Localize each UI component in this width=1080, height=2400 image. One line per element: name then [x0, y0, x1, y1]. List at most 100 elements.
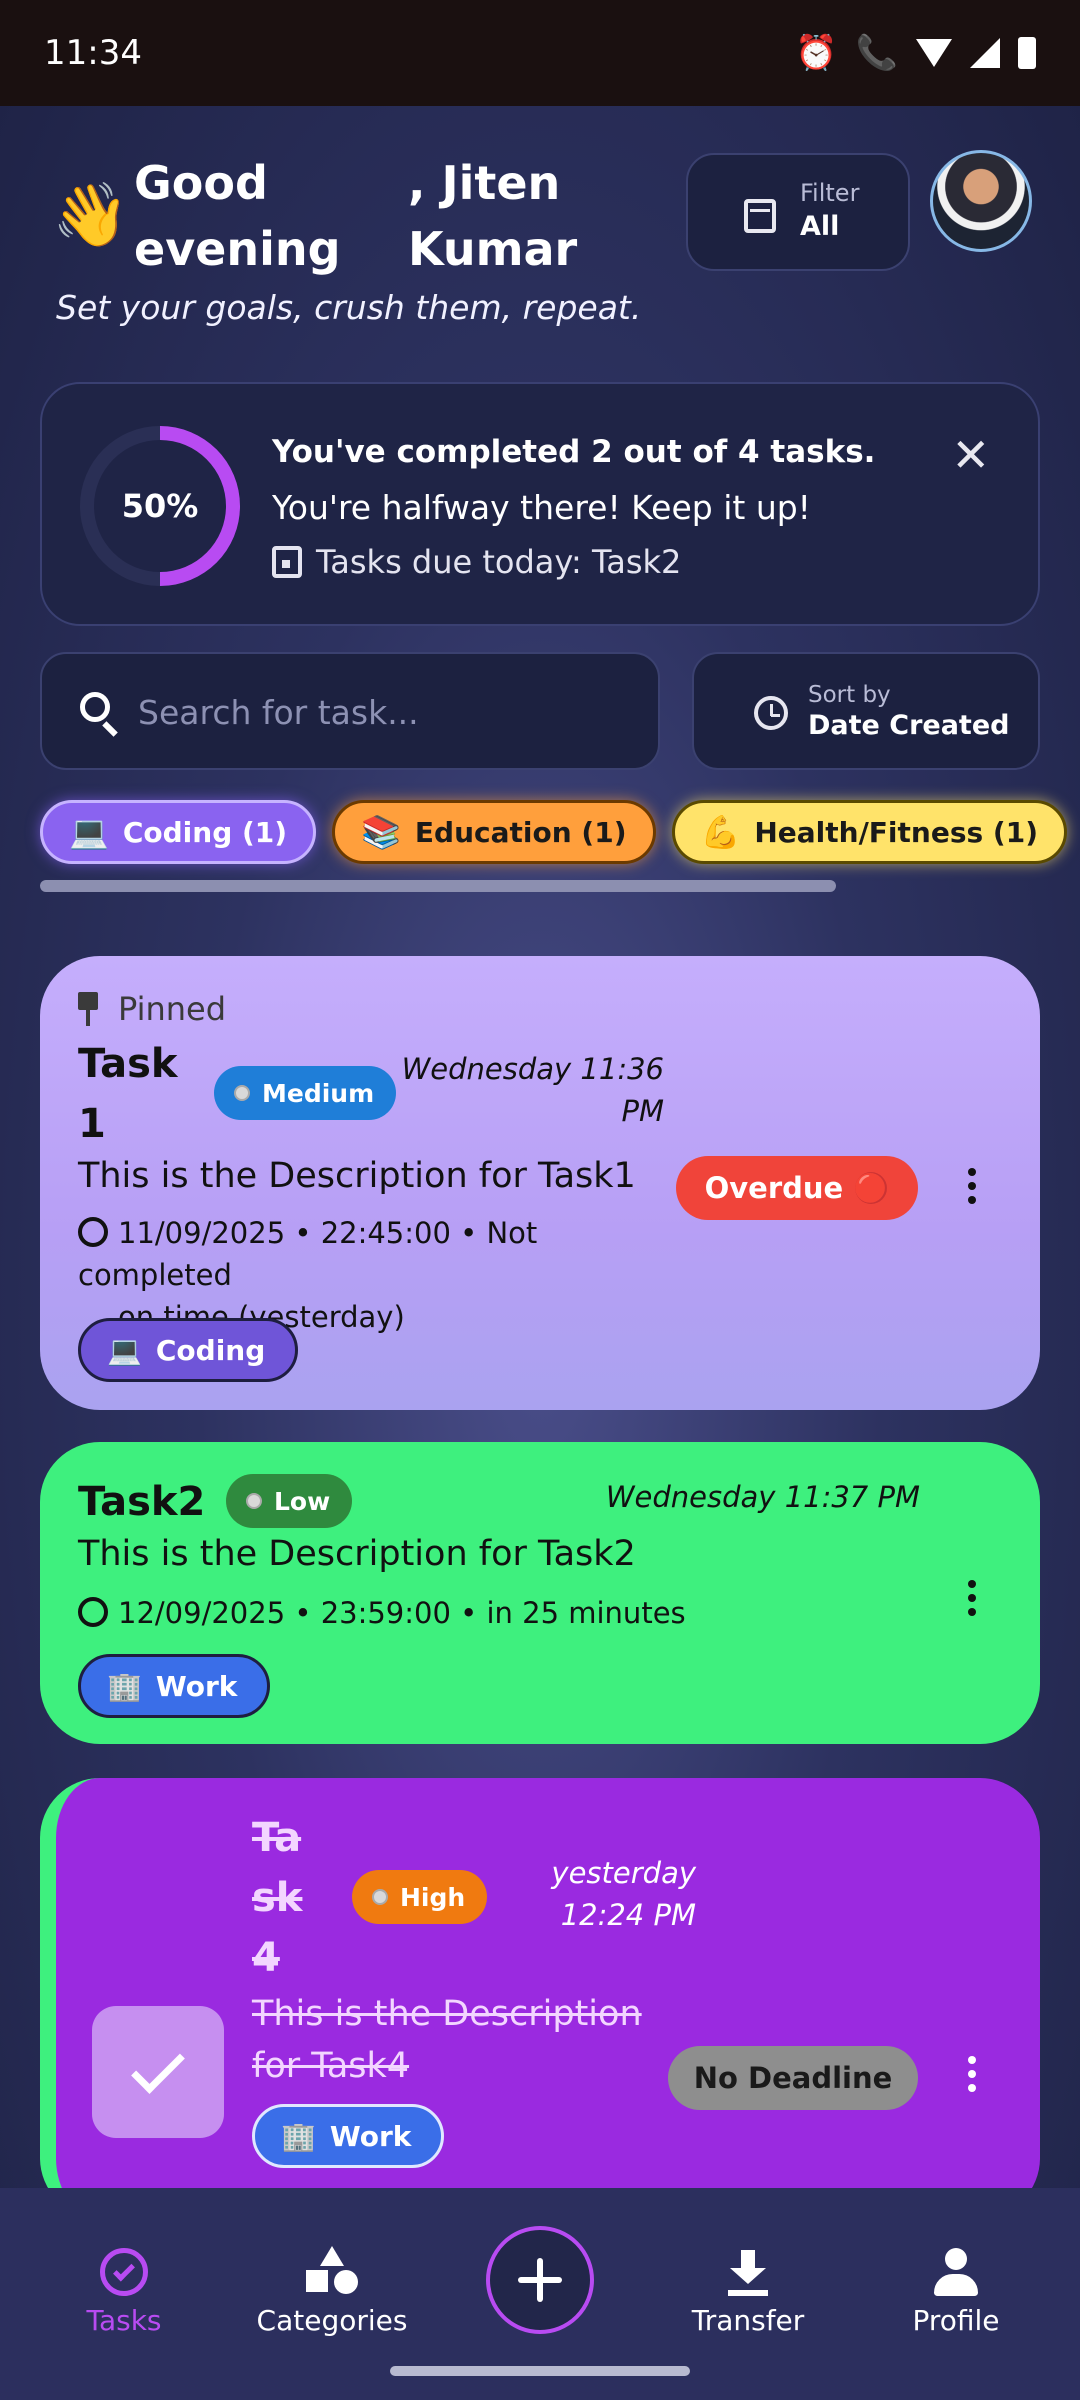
- task-date-line: 12:24 PM: [560, 1898, 696, 1932]
- task-check-icon: [34, 2240, 214, 2296]
- alarm-icon: ⏰: [795, 33, 838, 73]
- books-icon: 📚: [361, 813, 401, 851]
- laptop-icon: 💻: [107, 1333, 142, 1367]
- task-description-line: This is the Description: [252, 1994, 642, 2034]
- check-icon: [131, 2040, 185, 2094]
- task-description: This is the Description for Task1: [78, 1156, 636, 1196]
- task-card-1[interactable]: Pinned Task 1 Medium Wednesday 11:36 PM …: [40, 956, 1040, 1410]
- nav-transfer[interactable]: Transfer: [658, 2240, 838, 2337]
- priority-badge: Medium: [214, 1066, 397, 1120]
- progress-card: 50% You've completed 2 out of 4 tasks. Y…: [40, 382, 1040, 626]
- clock-icon: [754, 696, 788, 730]
- wifi-icon: [916, 39, 952, 67]
- calendar-icon: [744, 199, 776, 233]
- priority-dot-icon: [372, 1889, 388, 1905]
- more-options-icon[interactable]: [968, 1580, 976, 1616]
- wifi-call-icon: 📞: [855, 33, 898, 73]
- nav-label: Tasks: [86, 2304, 162, 2337]
- task-title-line: Task: [78, 1041, 178, 1087]
- nav-categories[interactable]: Categories: [242, 2240, 422, 2337]
- task-category-label: Work: [155, 1669, 238, 1703]
- laptop-icon: 💻: [69, 813, 109, 851]
- pin-icon: [78, 992, 98, 1026]
- task-date-line: Wednesday 11:36: [401, 1052, 664, 1086]
- sort-button[interactable]: Sort by Date Created: [692, 652, 1040, 770]
- status-bar: 11:34 ⏰ 📞: [0, 0, 1080, 106]
- battery-icon: [1018, 37, 1036, 69]
- task-title: Task 1: [78, 1034, 178, 1154]
- office-building-icon: 🏢: [281, 2119, 316, 2153]
- filter-label: Filter: [800, 179, 860, 207]
- wave-emoji-icon: 👋: [52, 178, 130, 251]
- category-chips: 💻 Coding (1) 📚 Education (1) 💪 Health/Fi…: [40, 800, 1067, 864]
- user-name: , Jiten Kumar: [408, 156, 578, 276]
- task-category-label: Work: [329, 2119, 412, 2153]
- task-due-line: 12/09/2025 • 23:59:00 • in 25 minutes: [118, 1596, 686, 1630]
- task-date: yesterday 12:24 PM: [496, 1852, 696, 1936]
- chip-education[interactable]: 📚 Education (1): [332, 800, 656, 864]
- chip-label: Health/Fitness (1): [754, 815, 1038, 849]
- task-title-line: 4: [252, 1935, 280, 1981]
- office-building-icon: 🏢: [107, 1669, 142, 1703]
- priority-dot-icon: [234, 1085, 250, 1101]
- task-date-line: yesterday: [551, 1856, 696, 1890]
- priority-label: High: [400, 1882, 466, 1912]
- search-box: [40, 652, 660, 770]
- pinned-text: Pinned: [118, 990, 227, 1028]
- more-options-icon[interactable]: [968, 1168, 976, 1204]
- calendar-icon: [272, 546, 302, 578]
- filter-button[interactable]: Filter All: [686, 153, 910, 271]
- task-title-line: 1: [78, 1101, 106, 1147]
- chip-health-fitness[interactable]: 💪 Health/Fitness (1): [671, 800, 1067, 864]
- task-date: Wednesday 11:36 PM: [380, 1048, 664, 1132]
- task-category-label: Coding: [155, 1333, 266, 1367]
- task-card-2[interactable]: Task2 Low Wednesday 11:37 PM This is the…: [40, 1442, 1040, 1744]
- no-deadline-badge: No Deadline: [668, 2046, 918, 2110]
- progress-subtitle: You're halfway there! Keep it up!: [272, 488, 811, 527]
- task-due: 12/09/2025 • 23:59:00 • in 25 minutes: [78, 1592, 686, 1634]
- pinned-label: Pinned: [78, 990, 226, 1028]
- task-card-4[interactable]: Ta sk 4 High yesterday 12:24 PM This is …: [40, 1778, 1040, 2218]
- avatar[interactable]: [930, 150, 1032, 252]
- status-time: 11:34: [44, 33, 142, 73]
- nav-profile[interactable]: Profile: [866, 2240, 1046, 2337]
- task-category-tag[interactable]: 🏢 Work: [78, 1654, 271, 1718]
- close-icon[interactable]: ✕: [951, 428, 990, 482]
- priority-label: Low: [274, 1486, 331, 1516]
- signal-icon: [970, 38, 1000, 68]
- header: 👋 Good evening , Jiten Kumar Set your go…: [0, 140, 1080, 340]
- task-category-tag[interactable]: 💻 Coding: [78, 1318, 299, 1382]
- task-description-line: for Task4: [252, 2046, 410, 2086]
- alarm-clock-icon: [78, 1217, 108, 1247]
- task-date-line: PM: [621, 1094, 664, 1128]
- completed-checkbox[interactable]: [92, 2006, 224, 2138]
- priority-dot-icon: [246, 1493, 262, 1509]
- chips-scrollbar[interactable]: [40, 880, 836, 892]
- categories-icon: [242, 2240, 422, 2296]
- task-description: This is the Description for Task4: [252, 1988, 642, 2092]
- tagline: Set your goals, crush them, repeat.: [56, 288, 642, 327]
- search-input[interactable]: [138, 684, 618, 740]
- due-today: Tasks due today: Task2: [272, 543, 875, 581]
- nav-tasks[interactable]: Tasks: [34, 2240, 214, 2337]
- add-task-button[interactable]: [486, 2226, 594, 2334]
- nav-label: Transfer: [691, 2304, 805, 2337]
- more-options-icon[interactable]: [968, 2056, 976, 2092]
- chip-coding[interactable]: 💻 Coding (1): [40, 800, 317, 864]
- chip-label: Coding (1): [122, 815, 288, 849]
- sort-value: Date Created: [808, 710, 1010, 741]
- task-category-tag[interactable]: 🏢 Work: [252, 2104, 445, 2168]
- priority-label: Medium: [262, 1078, 375, 1108]
- task-title: Task2: [78, 1479, 206, 1525]
- alarm-clock-icon: [78, 1597, 108, 1627]
- task-date: Wednesday 11:37 PM: [605, 1480, 920, 1514]
- task-title-line: sk: [252, 1875, 303, 1921]
- priority-badge: Low: [226, 1474, 353, 1528]
- task-title-line: Ta: [252, 1815, 302, 1861]
- overdue-badge: Overdue 🔴: [676, 1156, 918, 1220]
- nav-label: Categories: [256, 2304, 408, 2337]
- home-indicator[interactable]: [390, 2366, 690, 2376]
- plus-icon: [518, 2258, 562, 2302]
- nav-label: Profile: [912, 2304, 1000, 2337]
- search-icon: [80, 692, 110, 722]
